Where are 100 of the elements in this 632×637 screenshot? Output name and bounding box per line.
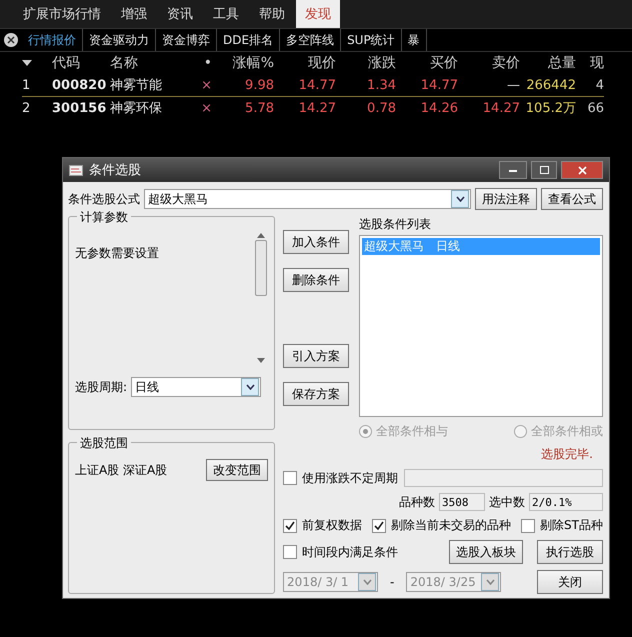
close-icon[interactable] bbox=[4, 33, 18, 47]
checkbox-label: 前复权数据 bbox=[302, 517, 362, 534]
action-button[interactable]: 加入条件 bbox=[283, 230, 350, 254]
checkbox-label: 剔除当前未交易的品种 bbox=[391, 517, 512, 534]
table-cell: 4 bbox=[576, 74, 604, 97]
group-title: 计算参数 bbox=[77, 209, 131, 226]
column-header[interactable]: 涨幅% bbox=[212, 52, 274, 74]
formula-button[interactable]: 查看公式 bbox=[541, 188, 603, 210]
menu-item[interactable]: 发现 bbox=[296, 0, 340, 28]
column-header[interactable]: 买价 bbox=[396, 52, 458, 74]
date-separator: - bbox=[390, 575, 394, 589]
table-cell: 266442 bbox=[520, 74, 576, 97]
column-header[interactable]: 涨跌 bbox=[336, 52, 396, 74]
close-icon bbox=[578, 166, 586, 174]
action-button[interactable]: 引入方案 bbox=[283, 344, 350, 368]
menu-item[interactable]: 帮助 bbox=[250, 0, 294, 28]
formula-button[interactable]: 用法注释 bbox=[475, 188, 537, 210]
formula-label: 条件选股公式 bbox=[68, 190, 140, 208]
table-cell-text: 0.78 bbox=[366, 100, 396, 118]
selected-count-field: 2/0.1% bbox=[529, 493, 603, 511]
add-to-block-button[interactable]: 选股入板块 bbox=[449, 540, 523, 564]
table-cell: × bbox=[194, 74, 212, 97]
close-dialog-button[interactable]: 关闭 bbox=[537, 570, 603, 594]
table-cell: 000820 bbox=[52, 74, 110, 97]
row-number: 1 bbox=[22, 74, 52, 97]
checkbox[interactable] bbox=[283, 545, 298, 559]
table-cell: 14.77 bbox=[274, 74, 336, 97]
table-cell: 1.34 bbox=[336, 74, 396, 97]
tab[interactable]: 暴 bbox=[402, 29, 427, 51]
list-label: 选股条件列表 bbox=[359, 216, 432, 233]
checkbox[interactable] bbox=[521, 518, 536, 532]
formula-dropdown[interactable]: 超级大黑马 bbox=[144, 189, 471, 209]
run-selection-button[interactable]: 执行选股 bbox=[537, 540, 603, 564]
menu-item[interactable]: 资讯 bbox=[158, 0, 202, 28]
change-range-button[interactable]: 改变范围 bbox=[206, 459, 268, 481]
checkbox[interactable] bbox=[372, 518, 386, 532]
table-cell-text: 105.2万 bbox=[524, 100, 576, 118]
caret-icon bbox=[246, 384, 255, 390]
checkbox-label: 使用涨跌不定周期 bbox=[302, 470, 398, 486]
column-header[interactable]: 代码 bbox=[52, 52, 110, 74]
window-icon bbox=[69, 164, 83, 176]
action-button[interactable]: 删除条件 bbox=[283, 268, 350, 292]
table-cell-text: 14.27 bbox=[298, 100, 336, 118]
checkbox-label: 时间段内满足条件 bbox=[302, 544, 398, 560]
tab[interactable]: SUP统计 bbox=[341, 29, 402, 51]
parameters-text: 无参数需要设置 bbox=[75, 245, 160, 262]
maximize-icon bbox=[540, 166, 548, 174]
menu-item[interactable]: 扩展市场行情 bbox=[14, 0, 110, 28]
count-field: 3508 bbox=[439, 493, 485, 511]
selected-count-label: 选中数 bbox=[489, 494, 525, 510]
caret-icon bbox=[456, 196, 464, 202]
minimize-button[interactable] bbox=[499, 161, 527, 179]
table-cell-text: × bbox=[200, 100, 212, 118]
minimize-icon bbox=[509, 168, 517, 172]
column-header[interactable]: 名称 bbox=[110, 52, 194, 74]
menu-item[interactable]: 增强 bbox=[112, 0, 156, 28]
period-label: 选股周期: bbox=[75, 378, 128, 396]
tab[interactable]: 资金驱动力 bbox=[83, 29, 156, 51]
checkbox[interactable] bbox=[283, 518, 298, 532]
column-header[interactable]: 现价 bbox=[274, 52, 336, 74]
maximize-button[interactable] bbox=[531, 161, 557, 179]
range-text: 上证A股 深证A股 bbox=[75, 462, 168, 478]
scroll-down-icon[interactable] bbox=[257, 358, 266, 363]
menu-item[interactable]: 工具 bbox=[204, 0, 248, 28]
status-text: 选股完毕. bbox=[541, 446, 593, 463]
action-button[interactable]: 保存方案 bbox=[283, 382, 350, 406]
checkbox-label: 剔除ST品种 bbox=[540, 517, 603, 534]
table-cell: 神雾节能 bbox=[110, 74, 194, 97]
count-label: 品种数 bbox=[399, 494, 435, 510]
table-cell: 14.77 bbox=[396, 74, 458, 97]
radio-label: 全部条件相与 bbox=[376, 423, 448, 440]
column-header[interactable]: 总量 bbox=[520, 52, 576, 74]
radio-button[interactable] bbox=[514, 425, 527, 438]
table-cell: 9.98 bbox=[212, 74, 274, 97]
caret-icon bbox=[486, 579, 495, 585]
column-header[interactable]: 现 bbox=[576, 52, 604, 74]
table-cell-text: 14.26 bbox=[420, 100, 458, 118]
table-cell-text: 神雾环保 bbox=[110, 100, 163, 118]
tab[interactable]: 资金博弈 bbox=[156, 29, 217, 51]
table-cell-text: 300156 bbox=[52, 100, 108, 118]
row-number: 2 bbox=[22, 100, 32, 118]
table-cell-text: 5.78 bbox=[244, 100, 274, 118]
column-header[interactable]: 卖价 bbox=[458, 52, 520, 74]
table-cell-text: 14.27 bbox=[482, 100, 520, 118]
radio-button[interactable] bbox=[359, 425, 372, 438]
tab[interactable]: 行情报价 bbox=[22, 29, 83, 51]
caret-icon bbox=[362, 579, 372, 585]
scroll-up-icon[interactable] bbox=[257, 233, 266, 238]
period-field[interactable] bbox=[404, 469, 603, 487]
table-cell-text: 66 bbox=[586, 100, 604, 118]
close-button[interactable] bbox=[561, 161, 603, 179]
period-dropdown[interactable]: 日线 bbox=[131, 377, 262, 397]
table-cell: — bbox=[458, 74, 520, 97]
group-title: 选股范围 bbox=[77, 435, 131, 452]
tab[interactable]: 多空阵线 bbox=[280, 29, 342, 51]
tab[interactable]: DDE排名 bbox=[217, 29, 280, 51]
scrollbar-thumb[interactable] bbox=[255, 240, 268, 296]
column-header[interactable]: • bbox=[194, 52, 212, 74]
radio-label: 全部条件相或 bbox=[531, 423, 603, 440]
checkbox[interactable] bbox=[283, 471, 298, 485]
